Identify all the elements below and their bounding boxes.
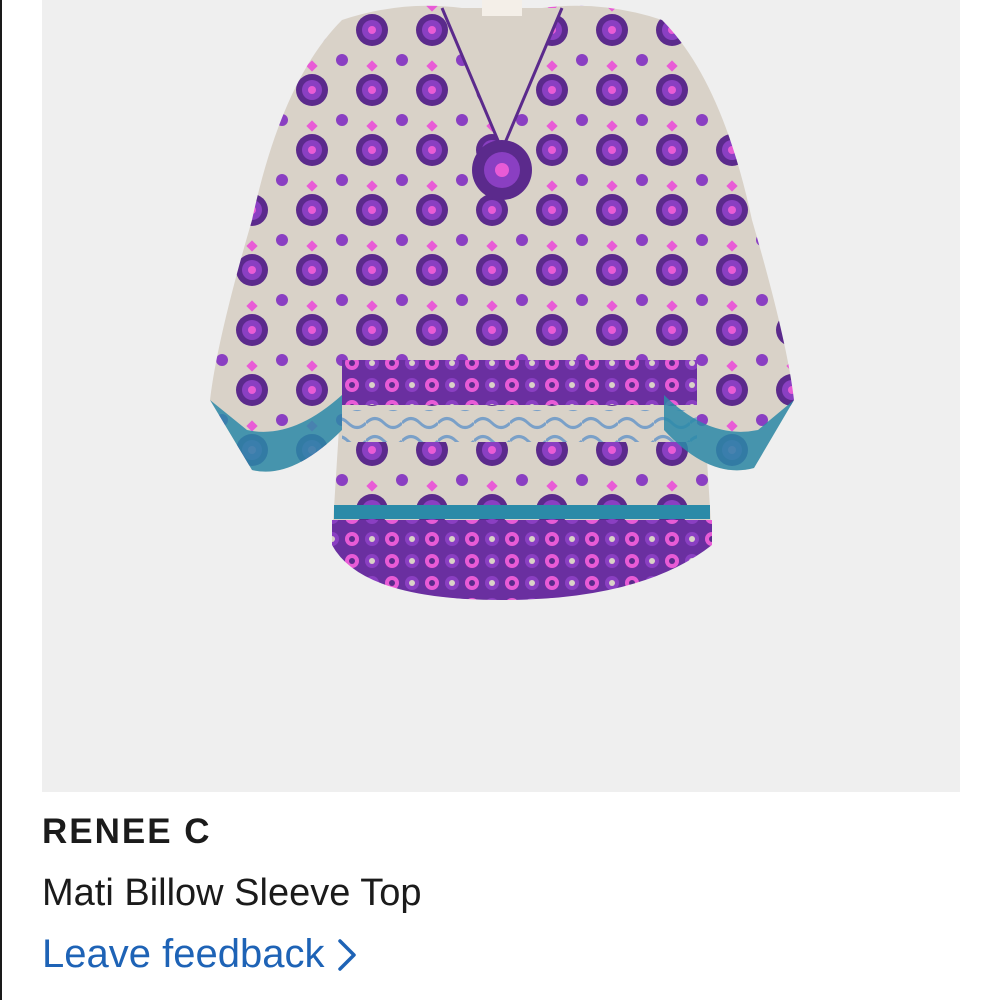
- product-image[interactable]: [42, 0, 960, 792]
- brand-name: RENEE C: [42, 812, 212, 851]
- patterned-blouse-image: [210, 0, 794, 600]
- leave-feedback-link[interactable]: Leave feedback: [42, 932, 358, 977]
- chevron-right-icon: [338, 938, 357, 971]
- leave-feedback-label: Leave feedback: [42, 932, 325, 976]
- product-card: RENEE C Mati Billow Sleeve Top Leave fee…: [0, 0, 1000, 1000]
- left-divider: [0, 0, 2, 1000]
- product-name: Mati Billow Sleeve Top: [42, 872, 422, 914]
